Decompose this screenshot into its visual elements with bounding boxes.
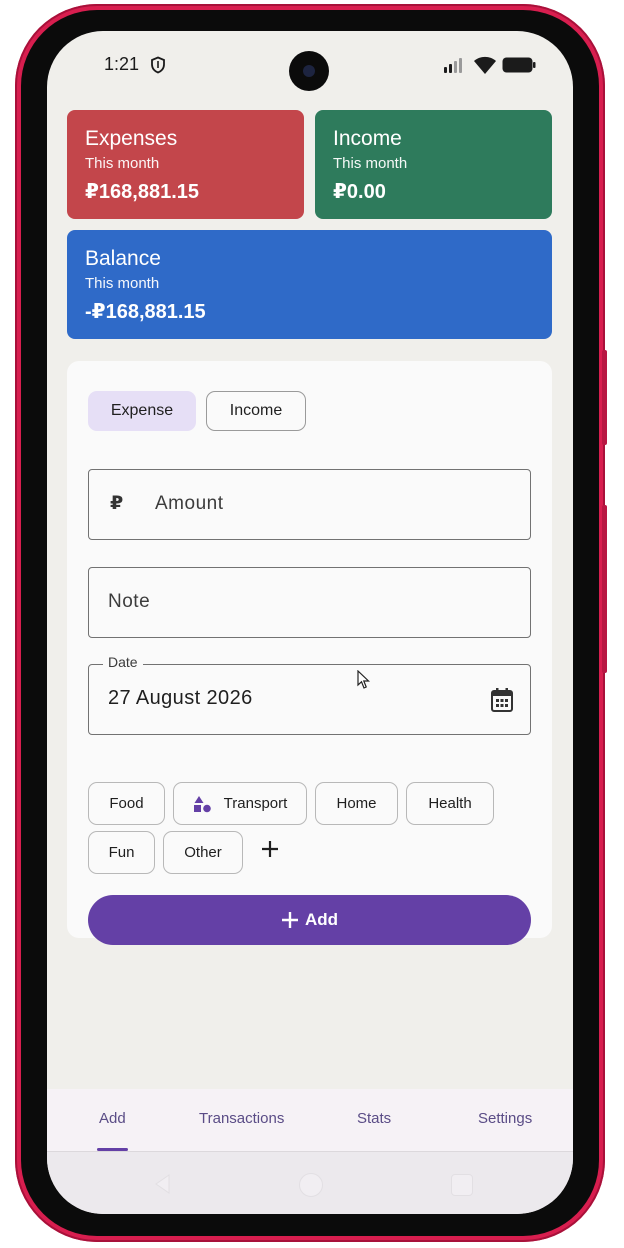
income-title: Income: [333, 127, 402, 150]
balance-value: -₽168,881.15: [85, 301, 206, 323]
income-value: ₽0.00: [333, 181, 386, 203]
balance-title: Balance: [85, 247, 161, 270]
shapes-icon: [193, 795, 212, 813]
category-chip-health[interactable]: Health: [406, 782, 494, 825]
add-category-plus-icon[interactable]: [261, 840, 279, 858]
calendar-icon[interactable]: [490, 687, 514, 713]
expense-toggle[interactable]: Expense: [88, 391, 196, 431]
nav-item-stats[interactable]: Stats: [357, 1110, 391, 1127]
add-transaction-form: Expense Income ₽ Amount Note Date 27 Aug…: [67, 361, 552, 945]
income-toggle[interactable]: Income: [206, 391, 306, 431]
bottom-navigation: Add Transactions Stats Settings: [47, 1089, 573, 1151]
wifi-icon: [474, 56, 496, 74]
screen: 1:21 Expenses This month ₽168,881.15 Inc…: [47, 31, 573, 1214]
add-button-label: Add: [304, 910, 339, 929]
volume-button: [602, 350, 607, 445]
nav-item-transactions[interactable]: Transactions: [199, 1110, 291, 1127]
home-icon[interactable]: [299, 1173, 323, 1197]
shield-icon: [151, 56, 165, 74]
nav-item-add[interactable]: Add: [99, 1110, 126, 1127]
status-time: 1:21: [104, 54, 140, 74]
category-label: Health: [428, 795, 472, 812]
income-period: This month: [333, 155, 408, 172]
mouse-cursor-icon: [357, 670, 370, 689]
expenses-card: Expenses This month ₽168,881.15: [67, 110, 304, 219]
expenses-period: This month: [85, 155, 160, 172]
add-button[interactable]: Add: [88, 895, 531, 945]
category-label: Transport: [223, 795, 288, 812]
amount-field[interactable]: ₽ Amount: [88, 469, 531, 540]
category-chip-transport[interactable]: Transport: [173, 782, 307, 825]
ruble-prefix: ₽: [110, 493, 124, 514]
balance-period: This month: [85, 275, 160, 292]
system-navigation-bar: [47, 1151, 573, 1214]
note-field[interactable]: Note: [88, 567, 531, 638]
expenses-value: ₽168,881.15: [85, 181, 200, 203]
nav-item-settings[interactable]: Settings: [478, 1110, 532, 1127]
category-label: Home: [336, 795, 377, 812]
date-field[interactable]: Date 27 August 2026: [88, 654, 531, 735]
expenses-title: Expenses: [85, 127, 178, 150]
power-button: [602, 505, 607, 673]
category-chip-fun[interactable]: Fun: [88, 831, 155, 874]
note-placeholder: Note: [108, 591, 151, 612]
battery-icon: [502, 57, 536, 73]
balance-card: Balance This month -₽168,881.15: [67, 230, 552, 339]
back-icon[interactable]: [153, 1173, 173, 1195]
recents-icon[interactable]: [451, 1174, 473, 1196]
category-label: Other: [184, 844, 222, 861]
category-label: Fun: [108, 844, 135, 861]
income-card: Income This month ₽0.00: [315, 110, 552, 219]
date-value: 27 August 2026: [108, 687, 253, 709]
front-camera: [289, 51, 329, 91]
date-label: Date: [103, 654, 143, 670]
amount-placeholder: Amount: [155, 493, 224, 514]
signal-icon: [444, 58, 462, 73]
category-chip-home[interactable]: Home: [315, 782, 398, 825]
plus-icon: [281, 911, 299, 929]
category-chip-other[interactable]: Other: [163, 831, 243, 874]
category-label: Food: [109, 795, 144, 812]
category-chip-food[interactable]: Food: [88, 782, 165, 825]
